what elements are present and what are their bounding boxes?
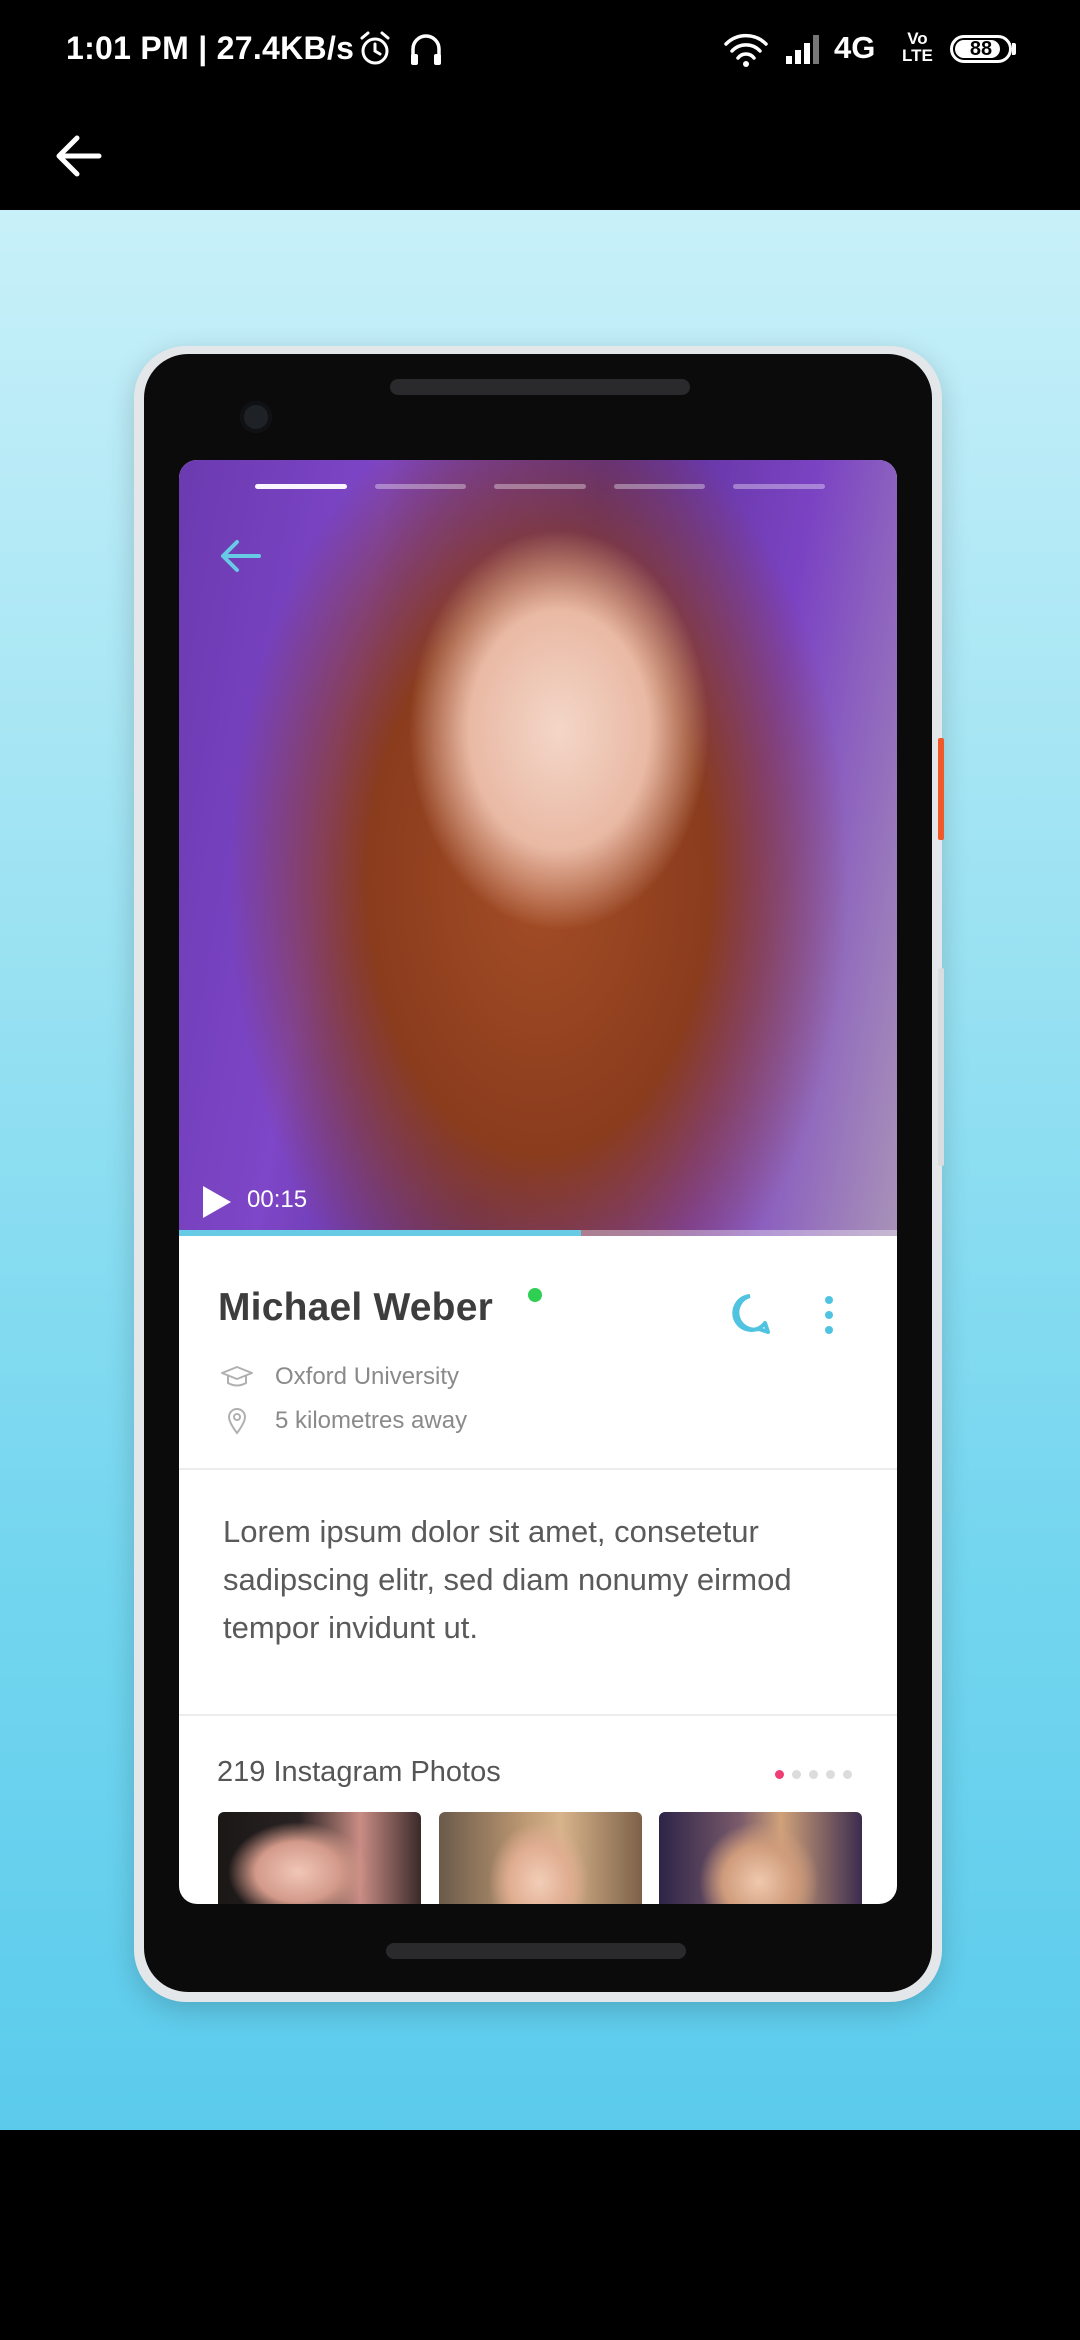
more-vertical-icon[interactable]	[819, 1292, 839, 1338]
instagram-photo-thumbnail[interactable]	[439, 1812, 642, 1904]
arrow-left-icon	[56, 135, 102, 177]
phone-volume-button	[938, 968, 944, 1166]
battery-icon: 88	[950, 35, 1012, 63]
instagram-photos-title: 219 Instagram Photos	[217, 1756, 501, 1788]
mockup-screen: 00:15 Michael Weber Oxford University 5 …	[179, 460, 897, 1904]
story-segment	[494, 484, 586, 489]
battery-tip	[1012, 43, 1016, 55]
bio-section: Lorem ipsum dolor sit amet, consetetur s…	[179, 1468, 897, 1716]
headphones-icon	[411, 34, 441, 65]
pager-dot[interactable]	[843, 1770, 852, 1779]
network-type: 4G	[834, 30, 876, 65]
play-icon[interactable]	[197, 1182, 235, 1222]
story-progress	[255, 484, 825, 490]
education-row: Oxford University	[219, 1361, 459, 1393]
signal-icon	[786, 35, 819, 64]
phone-speaker	[390, 379, 690, 395]
pager-dot[interactable]	[775, 1770, 784, 1779]
preview-stage: 00:15 Michael Weber Oxford University 5 …	[0, 210, 1080, 2130]
online-status-dot	[528, 1288, 542, 1302]
arrow-left-icon[interactable]	[215, 536, 265, 576]
instagram-photo-thumbnail[interactable]	[659, 1812, 862, 1904]
phone-camera	[240, 401, 272, 433]
education-text: Oxford University	[275, 1363, 460, 1390]
profile-header: Michael Weber Oxford University 5 kilome…	[179, 1236, 897, 1470]
instagram-photo-thumbnail[interactable]	[218, 1812, 421, 1904]
app-bar	[0, 100, 1080, 210]
phone-bottom-speaker	[386, 1943, 686, 1959]
profile-video[interactable]: 00:15	[179, 460, 897, 1236]
pager-dot[interactable]	[792, 1770, 801, 1779]
story-segment	[255, 484, 347, 489]
battery-level: 88	[969, 38, 993, 60]
volte-indicator: Vo LTE	[902, 29, 933, 65]
navigation-area	[0, 2130, 1080, 2340]
graduation-cap-icon	[219, 1363, 255, 1391]
chat-bubble-icon[interactable]	[727, 1291, 773, 1337]
pager-dot[interactable]	[809, 1770, 818, 1779]
wifi-icon	[724, 33, 768, 67]
pager-dot[interactable]	[826, 1770, 835, 1779]
story-segment	[733, 484, 825, 489]
back-button[interactable]	[40, 122, 116, 190]
story-segment	[613, 484, 706, 489]
phone-power-button	[938, 738, 944, 840]
status-bar: 1:01 PM | 27.4KB/s 4G Vo LTE 88	[0, 0, 1080, 100]
story-segment	[374, 484, 467, 489]
distance-row: 5 kilometres away	[219, 1405, 467, 1437]
bio-text: Lorem ipsum dolor sit amet, consetetur s…	[223, 1514, 792, 1645]
alarm-icon	[360, 31, 390, 65]
profile-name: Michael Weber	[218, 1286, 493, 1329]
distance-text: 5 kilometres away	[275, 1407, 468, 1434]
instagram-pager	[775, 1770, 852, 1779]
video-timecode: 00:15	[247, 1186, 308, 1213]
location-pin-icon	[219, 1407, 255, 1435]
status-time: 1:01 PM | 27.4KB/s	[66, 30, 355, 66]
